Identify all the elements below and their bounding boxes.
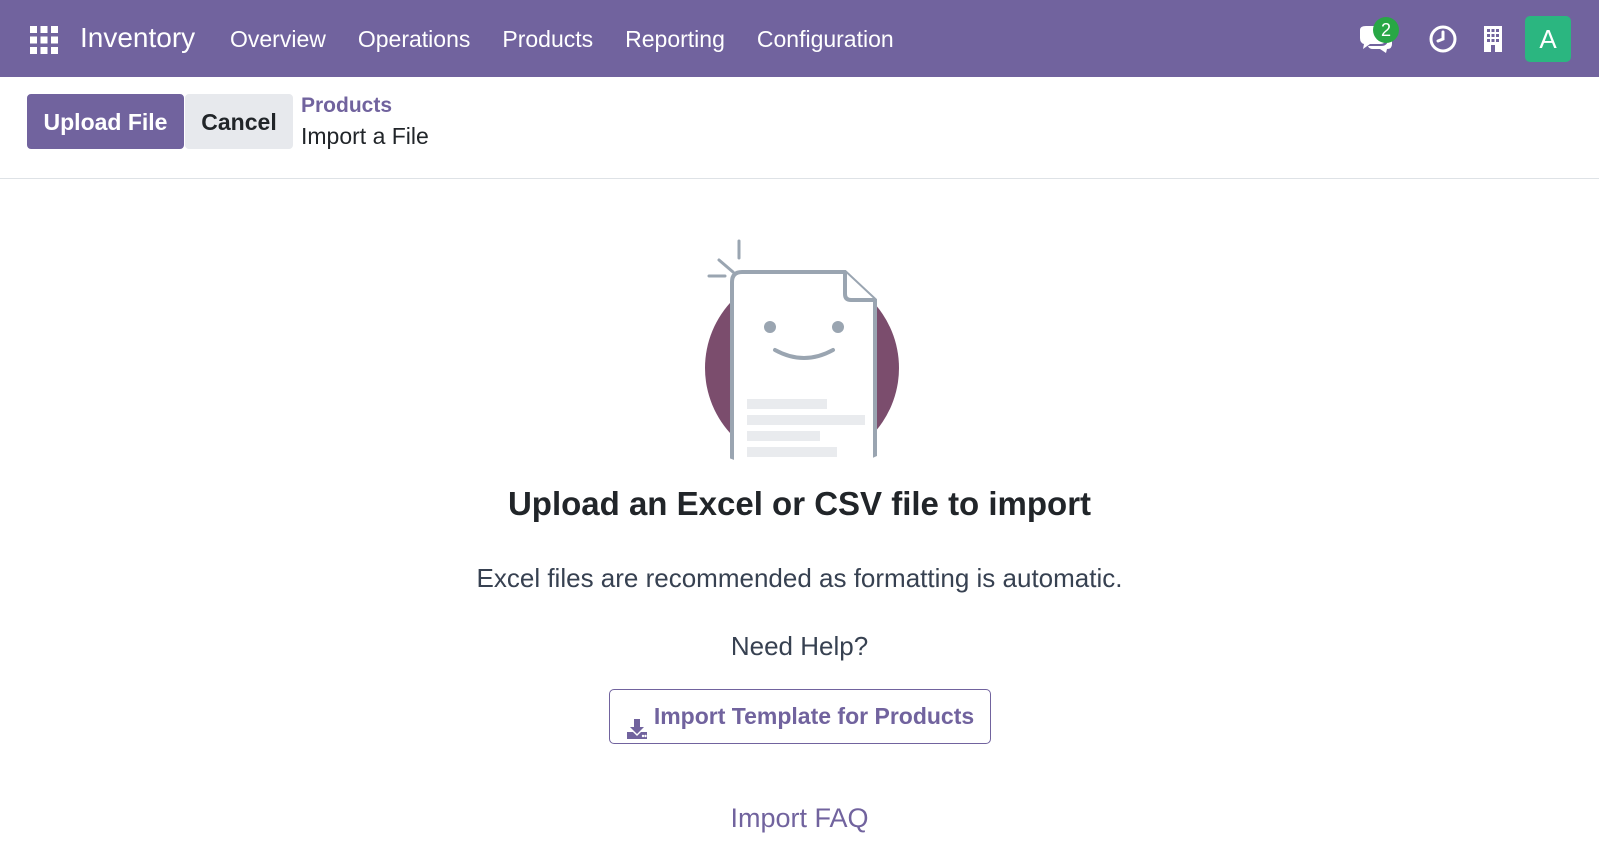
user-avatar[interactable]: A: [1525, 16, 1571, 62]
download-icon: [626, 706, 648, 739]
control-panel: Upload File Cancel Products Import a Fil…: [0, 77, 1599, 179]
apps-grid-icon[interactable]: [28, 24, 60, 56]
cancel-button[interactable]: Cancel: [185, 94, 293, 149]
menu-configuration[interactable]: Configuration: [741, 22, 910, 56]
top-navbar: Inventory Overview Operations Products R…: [0, 0, 1599, 77]
upload-heading: Upload an Excel or CSV file to import: [507, 485, 1092, 522]
upload-file-button[interactable]: Upload File: [27, 94, 184, 149]
chat-badge: 2: [1373, 17, 1399, 43]
upload-subtext: Excel files are recommended as formattin…: [476, 563, 1123, 593]
breadcrumb-current: Import a File: [301, 123, 429, 149]
main-menu: Overview Operations Products Reporting C…: [214, 22, 910, 56]
import-template-label: Import Template for Products: [653, 703, 975, 729]
menu-operations[interactable]: Operations: [342, 22, 487, 56]
import-template-button[interactable]: Import Template for Products: [609, 689, 991, 744]
breadcrumb-products-link[interactable]: Products: [301, 93, 392, 119]
building-icon[interactable]: [1480, 24, 1506, 54]
import-faq-wrapper: Import FAQ: [0, 800, 1599, 836]
menu-products[interactable]: Products: [486, 22, 609, 56]
need-help-label: Need Help?: [730, 631, 869, 661]
app-brand[interactable]: Inventory: [80, 20, 195, 56]
menu-reporting[interactable]: Reporting: [609, 22, 741, 56]
clock-icon[interactable]: [1428, 24, 1458, 54]
smiling-document-icon: [697, 238, 901, 480]
import-faq-link[interactable]: Import FAQ: [730, 803, 868, 833]
menu-overview[interactable]: Overview: [214, 22, 342, 56]
